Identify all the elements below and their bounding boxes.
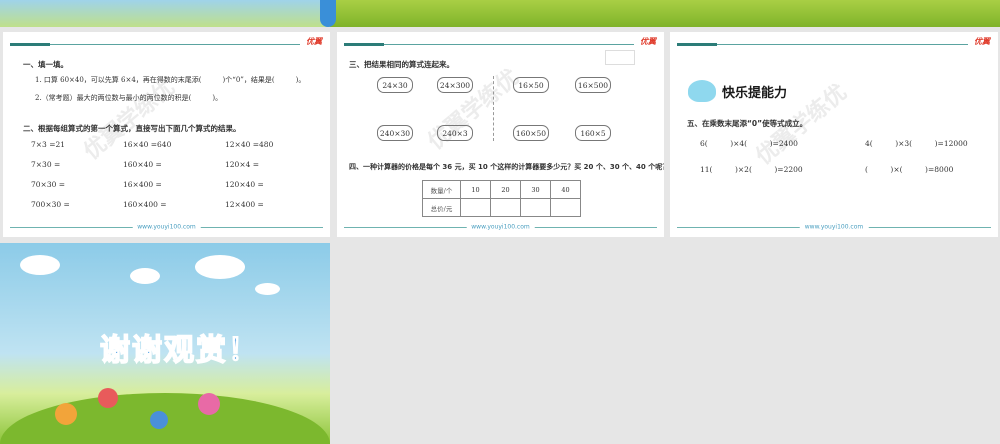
expression-box[interactable]: 240×3 [437, 125, 473, 141]
footer-url: www.youyi100.com [466, 223, 535, 231]
header-line [677, 43, 968, 46]
footer-line: www.youyi100.com [10, 223, 323, 231]
question-2: 2.（常考题）最大的两位数与最小的两位数的积是( )。 [35, 94, 223, 102]
slide-thumbnail-3[interactable]: 优翼 优翼学练优 快乐提能力 五、在乘数末尾添“0”使等式成立。 6( )×4(… [670, 32, 998, 237]
banner-title: 快乐提能力 [722, 86, 788, 101]
table-cell: 30 [520, 180, 551, 199]
expression-box[interactable]: 24×30 [377, 77, 413, 93]
table-cell[interactable] [460, 198, 491, 217]
mascot-icon [688, 80, 716, 102]
table-cell: 10 [460, 180, 491, 199]
equation-cell: 16×40 =640 [123, 140, 172, 149]
thanks-title: 谢谢观赏！ [99, 332, 260, 369]
equation-cell: 12×40 =480 [225, 140, 274, 149]
footer-line: www.youyi100.com [677, 223, 991, 231]
expression-box[interactable]: 240×30 [377, 125, 413, 141]
price-table: 数量/个 10 20 30 40 总价/元 [422, 180, 581, 217]
child-figure [198, 393, 220, 415]
equation-cell: 7×30 = [31, 160, 61, 169]
question-1: 1. 口算 60×40，可以先算 6×4，再在得数的末尾添( )个“0”，结果是… [35, 76, 306, 84]
logo: 优翼 [974, 37, 990, 46]
equation-cell: 70×30 = [31, 180, 66, 189]
equation-cell: 16×400 = [123, 180, 162, 189]
section-5-title: 五、在乘数末尾添“0”使等式成立。 [687, 119, 808, 128]
footer-line: www.youyi100.com [344, 223, 657, 231]
equation-cell: 12×400 = [225, 200, 264, 209]
equation-cell: 7×3 =21 [31, 140, 66, 149]
footer-url: www.youyi100.com [799, 223, 869, 231]
child-figure [150, 411, 168, 429]
table-cell[interactable] [520, 198, 551, 217]
logo: 优翼 [640, 37, 656, 46]
header-line [344, 43, 634, 46]
slide-thumbnail-1[interactable]: 优翼 优翼学练优 一、填一填。 1. 口算 60×40，可以先算 6×4，再在得… [3, 32, 330, 237]
section-1-title: 一、填一填。 [23, 60, 68, 69]
equation-cell: 700×30 = [31, 200, 70, 209]
child-figure [98, 388, 118, 408]
decor-arc [320, 0, 336, 27]
table-cell[interactable] [550, 198, 581, 217]
divider [493, 76, 494, 141]
equation: 4( )×3( )=12000 [865, 139, 968, 148]
sky-image [0, 0, 330, 27]
equation-cell: 160×40 = [123, 160, 162, 169]
equation: ( )×( )=8000 [865, 165, 954, 174]
header-line [10, 43, 300, 46]
cloud [195, 255, 245, 279]
cloud [255, 283, 280, 295]
cloud [20, 255, 60, 275]
equation-cell: 120×40 = [225, 180, 264, 189]
expression-box[interactable]: 24×300 [437, 77, 473, 93]
table-cell: 总价/元 [422, 198, 461, 217]
top-slide-partial[interactable] [0, 0, 1000, 27]
slide-thumbnail-4[interactable]: 谢谢观赏！ [0, 243, 330, 444]
table-cell: 数量/个 [422, 180, 461, 199]
expression-box[interactable]: 16×50 [513, 77, 549, 93]
blank-box [605, 50, 635, 65]
child-figure [55, 403, 77, 425]
table-cell[interactable] [490, 198, 521, 217]
section-4-title: 四、一种计算器的价格是每个 36 元，买 10 个这样的计算器要多少元？买 20… [349, 163, 664, 171]
equation-cell: 120×4 = [225, 160, 260, 169]
expression-box[interactable]: 160×5 [575, 125, 611, 141]
equation-cell: 160×400 = [123, 200, 167, 209]
table-cell: 20 [490, 180, 521, 199]
equation: 6( )×4( )=2400 [700, 139, 798, 148]
expression-box[interactable]: 16×500 [575, 77, 611, 93]
slide-thumbnail-2[interactable]: 优翼 优翼学练优 三、把结果相同的算式连起来。 24×30 24×300 16×50… [337, 32, 664, 237]
footer-url: www.youyi100.com [132, 223, 201, 231]
section-2-title: 二、根据每组算式的第一个算式，直接写出下面几个算式的结果。 [23, 124, 241, 133]
logo: 优翼 [306, 37, 322, 46]
equation: 11( )×2( )=2200 [700, 165, 803, 174]
cloud [130, 268, 160, 284]
expression-box[interactable]: 160×50 [513, 125, 549, 141]
section-3-title: 三、把结果相同的算式连起来。 [349, 60, 454, 69]
table-cell: 40 [550, 180, 581, 199]
watermark: 优翼学练优 [422, 64, 524, 155]
